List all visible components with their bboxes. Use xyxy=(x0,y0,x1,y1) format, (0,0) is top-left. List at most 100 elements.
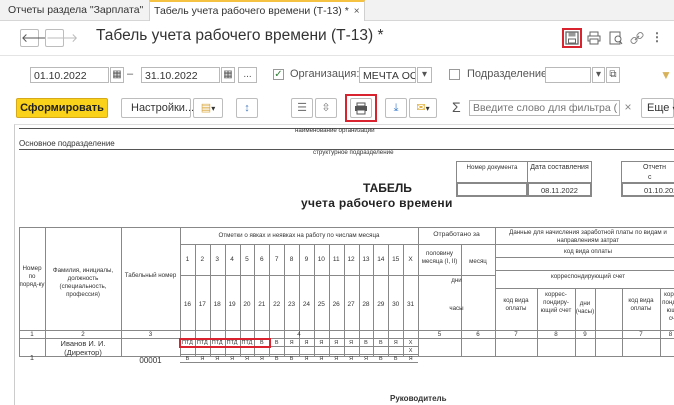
day-number: 6 xyxy=(260,256,264,263)
chevron-down-icon: ▾ xyxy=(595,69,602,80)
print-icon[interactable] xyxy=(586,31,602,48)
day-mark: Я xyxy=(215,356,220,362)
day-mark: Я xyxy=(230,356,235,362)
col-index: 7 xyxy=(639,331,643,338)
sort-button[interactable]: ↕ xyxy=(236,98,258,118)
sick-leave-highlight xyxy=(179,338,271,348)
sum-icon[interactable]: Σ xyxy=(452,99,461,115)
day-mark: Я xyxy=(319,340,324,346)
period-from-label: с xyxy=(648,174,652,181)
forward-button[interactable]: 🡒 xyxy=(45,29,78,47)
link-icon[interactable] xyxy=(629,31,645,48)
day-number: 8 xyxy=(289,256,294,263)
day-mark: В xyxy=(289,356,294,362)
filter-icon[interactable]: ▼ xyxy=(660,68,672,82)
col-days-header: дни xyxy=(451,277,462,284)
organization-field[interactable]: МЕЧТА ООО xyxy=(359,67,416,83)
folder-icon: ▤ xyxy=(200,102,212,114)
department-label: Подразделение: xyxy=(467,68,551,80)
col-paycode-header: код вида оплаты xyxy=(564,248,612,255)
preview-icon[interactable] xyxy=(608,31,624,48)
variants-button[interactable]: ▤▾ xyxy=(193,98,223,118)
more-menu-icon[interactable]: ⋮ xyxy=(651,30,663,44)
col-index: 6 xyxy=(476,331,480,338)
day-number: 18 xyxy=(213,301,221,308)
employee-number: 1 xyxy=(29,353,35,362)
organization-checkbox[interactable]: ✓ xyxy=(273,69,284,80)
sub-days-header: дни (часы) xyxy=(575,300,595,315)
more-button[interactable]: Еще ▾ xyxy=(641,98,674,118)
report-title: ТАБЕЛЬ xyxy=(363,181,412,195)
day-number: 2 xyxy=(200,256,205,263)
chevron-down-icon: ▾ xyxy=(425,104,430,113)
day-number: 22 xyxy=(273,301,281,308)
calendar-button[interactable]: ▦ xyxy=(110,67,124,83)
search-input[interactable] xyxy=(469,100,620,116)
day-number: 5 xyxy=(245,256,249,263)
more-label: Еще xyxy=(647,102,670,114)
generate-button[interactable]: Сформировать xyxy=(16,98,108,118)
day-mark: В xyxy=(274,356,279,362)
calendar-button[interactable]: ▦ xyxy=(221,67,235,83)
employee-position: (Директор) xyxy=(64,348,102,357)
close-icon[interactable]: × xyxy=(354,6,360,17)
sub-paycode-header: код вида оплаты xyxy=(503,297,529,312)
col-month-header: месяц xyxy=(469,258,487,265)
day-number: 26 xyxy=(332,301,340,308)
day-mark: Я xyxy=(393,340,398,346)
col-index: 7 xyxy=(514,331,518,338)
organization-dropdown[interactable]: ▾ xyxy=(417,67,432,83)
save-button[interactable] xyxy=(562,28,582,48)
report-subtitle: учета рабочего времени xyxy=(301,196,453,210)
day-number: 9 xyxy=(304,256,309,263)
col-hours-header: часы xyxy=(449,305,464,312)
day-number: 17 xyxy=(198,301,206,308)
day-number: 27 xyxy=(347,301,355,308)
col-index: 5 xyxy=(437,331,442,338)
back-button[interactable]: 🡐 xyxy=(20,29,53,47)
expand-button[interactable]: ⇳ xyxy=(315,98,337,118)
day-number: 3 xyxy=(215,256,219,263)
settings-button[interactable]: Настройки... xyxy=(121,98,194,118)
department-open-button[interactable]: ⧉ xyxy=(606,67,620,83)
clear-icon[interactable]: × xyxy=(622,100,634,114)
department-caption: структурное подразделение xyxy=(313,149,394,156)
day-number: 1 xyxy=(185,256,190,263)
download-icon: ⤓ xyxy=(393,102,399,114)
day-mark: Я xyxy=(200,356,205,362)
tab-timesheet[interactable]: Табель учета рабочего времени (Т-13) * × xyxy=(149,0,365,21)
open-icon: ⧉ xyxy=(609,69,617,80)
day-mark: В xyxy=(378,340,383,346)
col-index: 9 xyxy=(583,331,587,338)
date-to-field[interactable]: 31.10.2022 xyxy=(141,67,220,83)
checkmark-icon: ✓ xyxy=(274,69,283,80)
department-value: Основное подразделение xyxy=(19,139,115,148)
day-mark: Я xyxy=(304,340,309,346)
day-mark: Я xyxy=(304,356,309,362)
date-range-dash: – xyxy=(127,68,134,80)
col-tab-header: Табельный номер xyxy=(124,272,177,279)
divider xyxy=(575,288,576,357)
save-file-button[interactable]: ⤓ xyxy=(385,98,407,118)
day-mark: X xyxy=(408,348,413,354)
department-checkbox[interactable] xyxy=(449,69,460,80)
col-corr-header: корреспондирующий счет xyxy=(550,273,626,280)
columns-button[interactable]: ☰ xyxy=(291,98,313,118)
org-caption: наименование организации xyxy=(295,127,375,134)
divider xyxy=(0,55,674,56)
tab-salary-reports[interactable]: Отчеты раздела "Зарплата"× xyxy=(4,0,158,20)
department-dropdown[interactable]: ▾ xyxy=(592,67,605,83)
col-marks-header: Отметки о явках и неявках на работу по ч… xyxy=(218,232,380,239)
envelope-icon: ✉ xyxy=(416,102,426,114)
day-mark: В xyxy=(393,356,398,362)
print-button[interactable] xyxy=(350,98,372,118)
date-from-field[interactable]: 01.10.2022 xyxy=(30,67,109,83)
period-select-button[interactable]: ... xyxy=(238,67,257,83)
department-field[interactable] xyxy=(545,67,591,83)
day-number: 29 xyxy=(377,301,385,308)
day-mark: Я xyxy=(334,356,339,362)
doc-date: 08.11.2022 xyxy=(541,186,578,195)
day-mark: Я xyxy=(319,356,324,362)
send-button[interactable]: ✉▾ xyxy=(409,98,437,118)
day-mark: Я xyxy=(408,356,413,362)
